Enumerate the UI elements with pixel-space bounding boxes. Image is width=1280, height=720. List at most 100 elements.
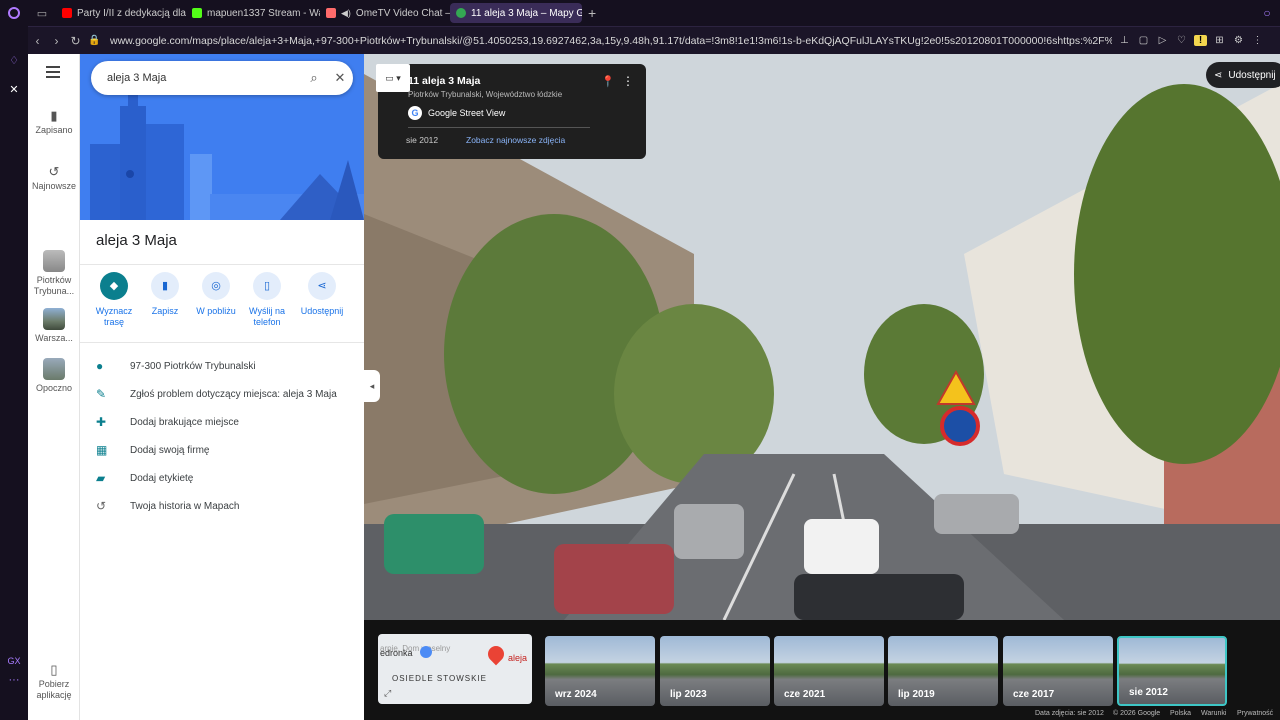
location-pin-icon[interactable]: 📍 (601, 75, 615, 88)
footer-terms-link[interactable]: Warunki (1201, 710, 1226, 717)
ometv-icon (326, 8, 336, 18)
latest-photos-link[interactable]: Zobacz najnowsze zdjęcia (466, 135, 565, 145)
footer-privacy-link[interactable]: Prywatność (1237, 710, 1273, 717)
add-missing-place-row[interactable]: ✚ Dodaj brakujące miejsce (96, 408, 337, 436)
share-button[interactable]: ⋖ Udostępnij (296, 272, 348, 328)
search-input[interactable]: aleja 3 Maja (107, 72, 301, 84)
store-icon: ▦ (96, 443, 108, 457)
youtube-icon (62, 8, 72, 18)
place-details-list: ● 97-300 Piotrków Trybunalski ✎ Zgłoś prob… (96, 352, 337, 520)
save-button[interactable]: ▮ Zapisz (143, 272, 187, 328)
url-field[interactable]: www.google.com/maps/place/aleja+3+Maja,+… (110, 35, 1112, 47)
easy-setup-icon[interactable]: ⚙ (1232, 35, 1245, 46)
collapse-panel-button[interactable]: ◂ (364, 370, 380, 402)
nearby-button[interactable]: ◎ W pobliżu (194, 272, 238, 328)
audio-icon: ◀) (341, 7, 351, 18)
expand-icon[interactable]: ⤢ (384, 688, 396, 700)
add-business-row[interactable]: ▦ Dodaj swoją firmę (96, 436, 337, 464)
opera-logo-icon[interactable] (0, 0, 28, 26)
hamburger-menu-icon[interactable] (46, 66, 60, 78)
more-options-icon[interactable]: ⋮ (622, 74, 634, 88)
send-icon[interactable]: ▷ (1156, 35, 1169, 46)
history-date: wrz 2024 (555, 689, 597, 700)
back-icon[interactable]: ‹ (28, 34, 47, 48)
tab-label: mapuen1337 Stream - Wa (207, 7, 320, 19)
share-label: Udostępnij (1228, 69, 1276, 81)
add-place-icon: ✚ (96, 415, 107, 429)
google-logo-icon: G (408, 106, 422, 120)
address-row[interactable]: ● 97-300 Piotrków Trybunalski (96, 352, 337, 380)
footer-country[interactable]: Polska (1170, 710, 1191, 717)
opera-sidebar: ♢ ✕ GX ··· (0, 26, 28, 720)
search-tabs-icon[interactable]: ○ (1254, 6, 1280, 20)
rail-recent-label: Najnowsze (32, 181, 77, 191)
tab-menu-icon[interactable]: ▭ (28, 7, 56, 20)
street-view-brand: G Google Street View (408, 106, 505, 120)
directions-button[interactable]: ◆ Wyznacz trasę (92, 272, 136, 328)
place-panel: aleja 3 Maja ⌕ ✕ aleja 3 Maja ◆ Wyznacz … (80, 54, 364, 720)
gx-icon[interactable]: GX (0, 656, 28, 666)
history-thumbnail[interactable]: lip 2023 (660, 636, 770, 706)
rail-place-label: Piotrków Trybuna... (33, 275, 75, 296)
map-pin-icon (484, 642, 508, 666)
mini-map[interactable]: arpie. Dom weselny edronka aleja OSIEDLE… (378, 634, 532, 704)
map-label: edronka (380, 648, 413, 658)
send-to-phone-button[interactable]: ▯ Wyślij na telefon (245, 272, 289, 328)
share-streetview-button[interactable]: ⋖ Udostępnij (1206, 62, 1280, 88)
report-problem-row[interactable]: ✎ Zgłoś problem dotyczący miejsca: aleja … (96, 380, 337, 408)
rail-recent-place[interactable]: Piotrków Trybuna... (28, 250, 80, 297)
bookmark-icon: ▮ (151, 272, 179, 300)
pencil-icon: ✎ (96, 387, 107, 401)
search-icon[interactable]: ⌕ (301, 70, 327, 86)
history-date: cze 2017 (1013, 689, 1055, 700)
history-thumbnail[interactable]: lip 2019 (888, 636, 998, 706)
rail-place-label: Opoczno (35, 383, 73, 393)
history-thumbnail-selected[interactable]: sie 2012 (1117, 636, 1227, 706)
map-pin-label: aleja (508, 653, 528, 663)
address-bar: ‹ › ↻ 🔒 www.google.com/maps/place/aleja+… (28, 26, 1280, 54)
maps-history-row[interactable]: ↺ Twoja historia w Mapach (96, 492, 337, 520)
close-icon[interactable]: ✕ (327, 70, 353, 86)
aria-icon[interactable]: ♢ (0, 54, 28, 67)
add-label-row[interactable]: ▰ Dodaj etykietę (96, 464, 337, 492)
pin-icon[interactable]: ⊥ (1118, 35, 1131, 46)
maps-pin-icon (456, 8, 466, 18)
tab-kick[interactable]: mapuen1337 Stream - Wa (186, 3, 320, 23)
search-box[interactable]: aleja 3 Maja ⌕ ✕ (91, 61, 353, 95)
location-pin-icon: ● (96, 359, 104, 373)
history-icon: ↺ (96, 499, 107, 513)
detail-text: Dodaj brakujące miejsce (130, 416, 239, 428)
rail-saved[interactable]: ▮ Zapisano (28, 109, 80, 136)
place-actions: ◆ Wyznacz trasę ▮ Zapisz ◎ W pobliżu ▯ W… (92, 272, 348, 328)
history-thumbnail[interactable]: cze 2017 (1003, 636, 1113, 706)
menu-icon[interactable]: ⋮ (1251, 35, 1264, 46)
history-thumbnail[interactable]: cze 2021 (774, 636, 884, 706)
action-label: Wyznacz trasę (95, 306, 133, 327)
lock-icon[interactable]: 🔒 (85, 35, 104, 46)
action-label: Zapisz (151, 306, 179, 316)
heart-icon[interactable]: ♡ (1175, 35, 1188, 46)
history-thumbnail[interactable]: wrz 2024 (545, 636, 655, 706)
history-date: lip 2019 (898, 689, 935, 700)
extension-icon[interactable]: ! (1194, 35, 1207, 46)
puzzle-icon[interactable]: ⊞ (1213, 35, 1226, 46)
detail-text: 97-300 Piotrków Trybunalski (130, 360, 256, 372)
rail-download-app[interactable]: ▯ Pobierz aplikację (28, 663, 80, 701)
place-thumbnail (43, 358, 65, 380)
detail-text: Zgłoś problem dotyczący miejsca: aleja 3… (130, 388, 337, 400)
label-icon: ▰ (96, 471, 106, 485)
keyboard-icon[interactable]: ▭ ▾ (376, 64, 410, 92)
map-label: OSIEDLE STOWSKIE (392, 674, 487, 683)
more-icon[interactable]: ··· (0, 674, 28, 686)
x-icon[interactable]: ✕ (0, 83, 28, 96)
forward-icon[interactable]: › (47, 34, 66, 48)
new-tab-button[interactable]: + (582, 5, 602, 21)
rail-recent[interactable]: ↺ Najnowsze (28, 165, 80, 192)
reload-icon[interactable]: ↻ (66, 34, 85, 48)
rail-recent-place[interactable]: Opoczno (28, 358, 80, 394)
tab-google-maps[interactable]: 11 aleja 3 Maja – Mapy Goo (450, 3, 582, 23)
rail-recent-place[interactable]: Warsza... (28, 308, 80, 344)
tab-ometv[interactable]: ◀) OmeTV Video Chat — (320, 3, 450, 23)
snapshot-icon[interactable]: ▢ (1137, 35, 1150, 46)
tab-youtube[interactable]: Party I/II z dedykacją dla K (56, 3, 186, 23)
